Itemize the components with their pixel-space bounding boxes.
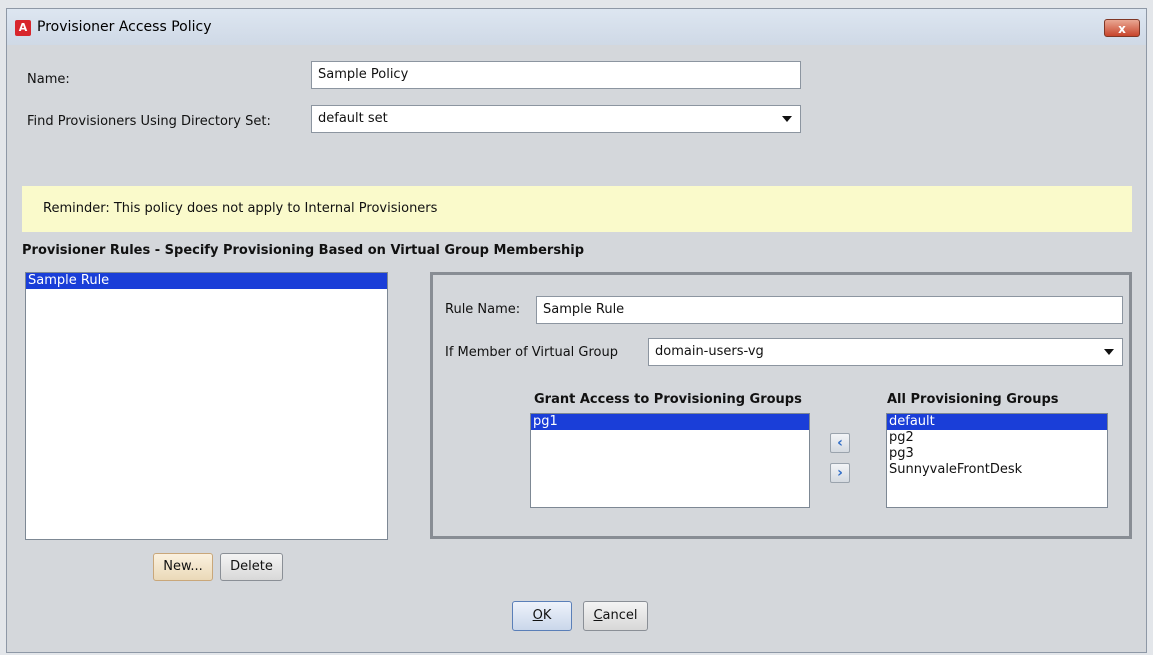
directory-set-value: default set xyxy=(318,111,388,126)
cancel-mnemonic: C xyxy=(593,608,603,623)
name-field[interactable]: Sample Policy xyxy=(311,61,801,89)
cancel-label-rest: ancel xyxy=(602,608,638,623)
title-bar: A Provisioner Access Policy x xyxy=(7,9,1146,45)
app-logo-icon: A xyxy=(15,20,31,36)
close-icon: x xyxy=(1118,22,1126,36)
list-item[interactable]: pg3 xyxy=(887,446,1107,462)
rule-detail-panel: Rule Name: Sample Rule If Member of Virt… xyxy=(430,272,1132,539)
virtual-group-select[interactable]: domain-users-vg xyxy=(648,338,1123,366)
delete-rule-button[interactable]: Delete xyxy=(220,553,283,581)
dialog-body: Name: Sample Policy Find Provisioners Us… xyxy=(7,45,1146,652)
rules-list[interactable]: Sample Rule xyxy=(25,272,388,540)
list-item[interactable]: default xyxy=(887,414,1107,430)
chevron-down-icon xyxy=(1104,349,1114,355)
name-label: Name: xyxy=(27,72,70,87)
virtual-group-label: If Member of Virtual Group xyxy=(445,345,618,360)
add-group-button[interactable]: ‹ xyxy=(830,433,850,453)
new-rule-button[interactable]: New... xyxy=(153,553,213,581)
list-item[interactable]: pg2 xyxy=(887,430,1107,446)
ok-label-rest: K xyxy=(542,608,552,623)
ok-button[interactable]: OK xyxy=(512,601,572,631)
ok-mnemonic: O xyxy=(532,608,543,623)
remove-group-button[interactable]: › xyxy=(830,463,850,483)
grant-access-heading: Grant Access to Provisioning Groups xyxy=(534,392,802,407)
list-item[interactable]: SunnyvaleFrontDesk xyxy=(887,462,1107,478)
list-item[interactable]: pg1 xyxy=(531,414,809,430)
close-button[interactable]: x xyxy=(1104,19,1140,37)
chevron-left-icon: ‹ xyxy=(837,435,843,451)
all-groups-list[interactable]: default pg2 pg3 SunnyvaleFrontDesk xyxy=(886,413,1108,508)
virtual-group-value: domain-users-vg xyxy=(655,344,764,359)
dialog-window: A Provisioner Access Policy x Name: Samp… xyxy=(6,8,1147,653)
cancel-button[interactable]: Cancel xyxy=(583,601,648,631)
window-title: Provisioner Access Policy xyxy=(37,19,212,35)
reminder-banner: Reminder: This policy does not apply to … xyxy=(22,186,1132,232)
chevron-right-icon: › xyxy=(837,465,843,481)
rule-name-field[interactable]: Sample Rule xyxy=(536,296,1123,324)
all-groups-heading: All Provisioning Groups xyxy=(887,392,1059,407)
rule-list-item[interactable]: Sample Rule xyxy=(26,273,387,289)
chevron-down-icon xyxy=(782,116,792,122)
directory-set-label: Find Provisioners Using Directory Set: xyxy=(27,114,271,129)
provisioner-rules-heading: Provisioner Rules - Specify Provisioning… xyxy=(22,243,585,258)
reminder-text: Reminder: This policy does not apply to … xyxy=(43,201,438,216)
directory-set-select[interactable]: default set xyxy=(311,105,801,133)
rule-name-label: Rule Name: xyxy=(445,302,521,317)
granted-groups-list[interactable]: pg1 xyxy=(530,413,810,508)
